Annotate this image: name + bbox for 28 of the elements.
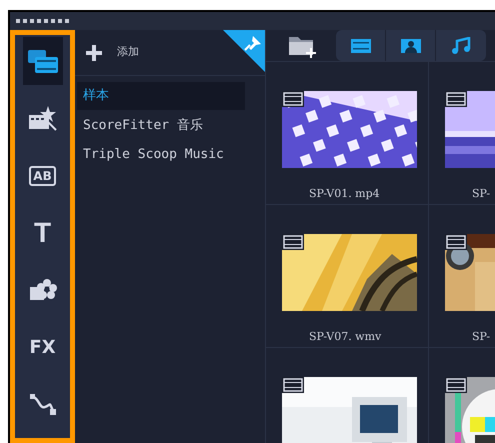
film-icon <box>350 36 372 54</box>
media-library-icon <box>26 48 58 74</box>
library-item[interactable]: 样本 <box>77 82 245 110</box>
pin-icon[interactable] <box>223 30 265 72</box>
plus-icon <box>85 44 103 62</box>
magic-film-icon <box>28 105 58 132</box>
file-name: SP- <box>472 329 490 345</box>
file-name: SP-V07. wmv <box>309 329 382 345</box>
film-strip-icon <box>445 91 467 107</box>
motion-path-icon <box>28 392 56 417</box>
add-button[interactable]: 添加 <box>85 44 139 62</box>
file-name: SP-V01. mp4 <box>309 186 380 202</box>
library-item[interactable]: Triple Scoop Music <box>77 141 245 168</box>
film-strip-icon <box>445 234 467 250</box>
music-note-icon <box>450 36 472 54</box>
film-strip-icon <box>445 377 467 393</box>
grip-handle-icon[interactable] <box>16 19 70 23</box>
transition-tab[interactable]: AB <box>22 152 62 200</box>
title-tab[interactable]: T <box>22 208 62 258</box>
filter-tab[interactable]: FX <box>22 323 62 372</box>
file-name: SP- <box>472 186 490 202</box>
film-strip-icon <box>282 234 304 250</box>
media-tab[interactable] <box>22 37 62 86</box>
film-strip-icon <box>282 377 304 393</box>
photo-person-icon <box>400 36 422 54</box>
flower-graphic-icon <box>28 278 56 302</box>
film-strip-icon <box>282 91 304 107</box>
library-item[interactable]: ScoreFitter 音乐 <box>77 112 245 139</box>
